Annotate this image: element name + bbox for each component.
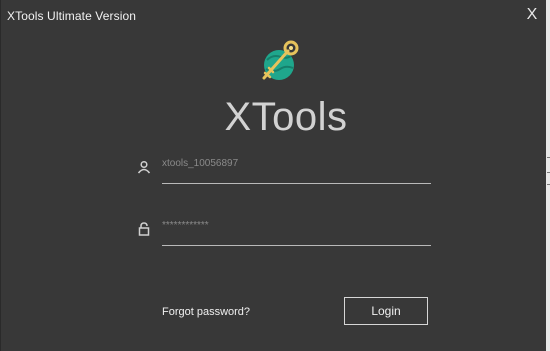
key-globe-icon [258,40,304,84]
password-value: ************ [162,220,209,231]
password-underline [162,245,431,246]
password-field[interactable]: ************ [137,218,431,246]
user-icon [137,160,151,174]
username-underline [162,183,431,184]
app-name: XTools [224,95,348,139]
window-title: XTools Ultimate Version [7,9,137,23]
close-button[interactable]: X [521,5,543,25]
forgot-password-link[interactable]: Forgot password? [162,306,250,318]
username-value: xtools_10056897 [162,158,239,169]
login-window: XTools Ultimate Version X XTools xtools_… [0,0,546,351]
login-button[interactable]: Login [344,297,428,325]
lock-icon [137,222,151,236]
username-field[interactable]: xtools_10056897 [137,156,431,184]
background-window-edge [546,0,550,351]
